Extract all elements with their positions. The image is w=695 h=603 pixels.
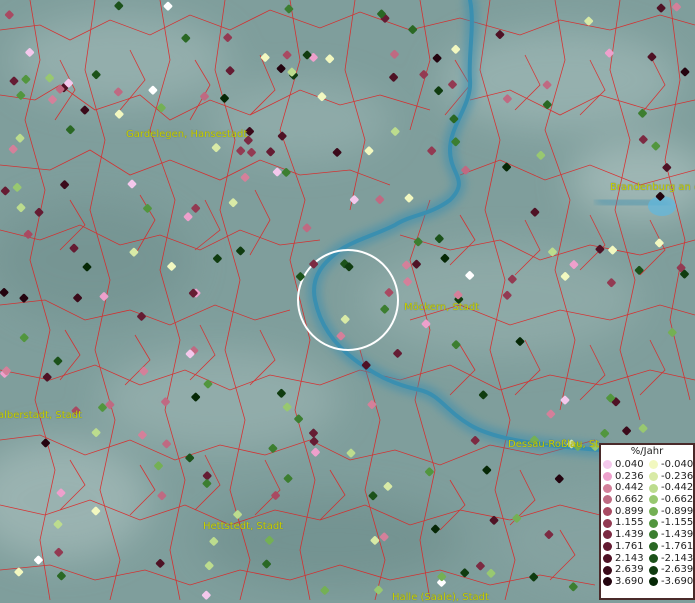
map-canvas[interactable]	[0, 0, 695, 600]
legend-swatch	[649, 507, 658, 517]
legend-entry-positive: 0.040	[601, 459, 647, 471]
legend-swatch	[603, 483, 612, 493]
legend-entry-negative: -3.690	[647, 576, 693, 588]
legend-label: 2.143	[615, 552, 644, 564]
legend-entry-negative: -0.040	[647, 459, 693, 471]
legend-entry-negative: -0.442	[647, 482, 693, 494]
legend-swatch	[603, 553, 612, 563]
legend-label: -2.639	[661, 564, 694, 576]
legend-entry-positive: 0.662	[601, 494, 647, 506]
legend-entry-positive: 1.439	[601, 529, 647, 541]
legend-entry-positive: 0.236	[601, 471, 647, 483]
legend-entry-positive: 0.899	[601, 506, 647, 518]
legend-swatch	[603, 507, 612, 517]
legend-label: 0.040	[615, 459, 644, 470]
legend-swatch	[649, 460, 658, 470]
legend-swatch	[649, 472, 658, 482]
legend-row: 1.155 -1.155	[601, 517, 693, 529]
legend-label: 0.236	[615, 470, 644, 482]
legend-swatch	[649, 553, 658, 563]
legend-swatch	[603, 542, 612, 552]
place-label-hettstedt: Hettstedt, Stadt	[203, 521, 284, 532]
legend-title: %/Jahr	[630, 446, 664, 457]
legend-entry-positive: 1.761	[601, 541, 647, 553]
legend-entry-negative: -1.155	[647, 517, 693, 529]
legend-row: 0.899 -0.899	[601, 506, 693, 518]
legend-row: 3.690 -3.690	[601, 576, 693, 588]
legend-swatch	[649, 495, 658, 505]
legend-entry-positive: 3.690	[601, 576, 647, 588]
legend-swatch	[649, 542, 658, 552]
legend-swatch	[603, 472, 612, 482]
legend-row: 0.442 -0.442	[601, 482, 693, 494]
legend-swatch	[603, 577, 612, 587]
legend-row: 2.639 -2.639	[601, 564, 693, 576]
legend-entry-negative: -2.639	[647, 564, 693, 576]
legend-entry-negative: -2.143	[647, 553, 693, 565]
legend-label: 1.761	[615, 540, 644, 552]
legend-label: 1.155	[615, 517, 644, 529]
legend-swatch	[649, 518, 658, 528]
legend-swatch	[603, 495, 612, 505]
legend-label: 3.690	[615, 575, 644, 587]
legend-label: 0.899	[615, 505, 644, 517]
legend-swatch	[603, 518, 612, 528]
legend-row: 2.143 -2.143	[601, 553, 693, 565]
legend-row: 0.236 -0.236	[601, 471, 693, 483]
legend-label: -3.690	[661, 575, 694, 587]
legend-row: 0.040 -0.040	[601, 459, 693, 471]
legend-row: 1.761 -1.761	[601, 541, 693, 553]
legend-label: -0.040	[661, 459, 694, 470]
legend-entry-negative: -1.761	[647, 541, 693, 553]
legend-label: -1.155	[661, 517, 694, 529]
legend-label: -0.442	[661, 482, 694, 494]
legend-label: 1.439	[615, 529, 644, 541]
legend-swatch	[603, 460, 612, 470]
legend-label: 2.639	[615, 564, 644, 576]
legend-entry-positive: 1.155	[601, 517, 647, 529]
legend-swatch	[603, 530, 612, 540]
legend-rows: 0.040 -0.040 0.236 -0.236 0.442 -0.442 0.662 -0…	[601, 459, 693, 588]
legend-row: 1.439 -1.439	[601, 529, 693, 541]
legend-entry-negative: -0.899	[647, 506, 693, 518]
legend-label: -0.662	[661, 494, 694, 506]
legend-swatch	[649, 577, 658, 587]
legend-swatch	[603, 565, 612, 575]
place-label-dessau-rosslau: Dessau-Roßlau, St	[508, 439, 600, 450]
legend-label: -1.761	[661, 540, 694, 552]
legend-entry-positive: 2.639	[601, 564, 647, 576]
legend-swatch	[649, 483, 658, 493]
legend-entry-negative: -0.662	[647, 494, 693, 506]
legend-swatch	[649, 530, 658, 540]
legend-label: -0.899	[661, 505, 694, 517]
legend-row: 0.662 -0.662	[601, 494, 693, 506]
legend-entry-negative: -1.439	[647, 529, 693, 541]
legend-label: 0.662	[615, 494, 644, 506]
place-label-brandenburg: Brandenburg an d	[610, 182, 695, 193]
legend-swatch	[649, 565, 658, 575]
legend: %/Jahr 0.040 -0.040 0.236 -0.236 0.442 -0.442…	[599, 443, 695, 600]
legend-label: -2.143	[661, 552, 694, 564]
place-label-moeckern: Möckern, Stadt	[404, 302, 480, 313]
place-label-halberstadt: alberstadt, Stadt	[0, 410, 83, 421]
legend-label: -0.236	[661, 470, 694, 482]
legend-label: -1.439	[661, 529, 694, 541]
legend-entry-positive: 2.143	[601, 553, 647, 565]
legend-label: 0.442	[615, 482, 644, 494]
legend-entry-negative: -0.236	[647, 471, 693, 483]
place-label-halle: Halle (Saale), Stadt	[392, 592, 489, 603]
legend-entry-positive: 0.442	[601, 482, 647, 494]
place-label-gardelegen: Gardelegen, Hansestadt	[126, 129, 248, 140]
